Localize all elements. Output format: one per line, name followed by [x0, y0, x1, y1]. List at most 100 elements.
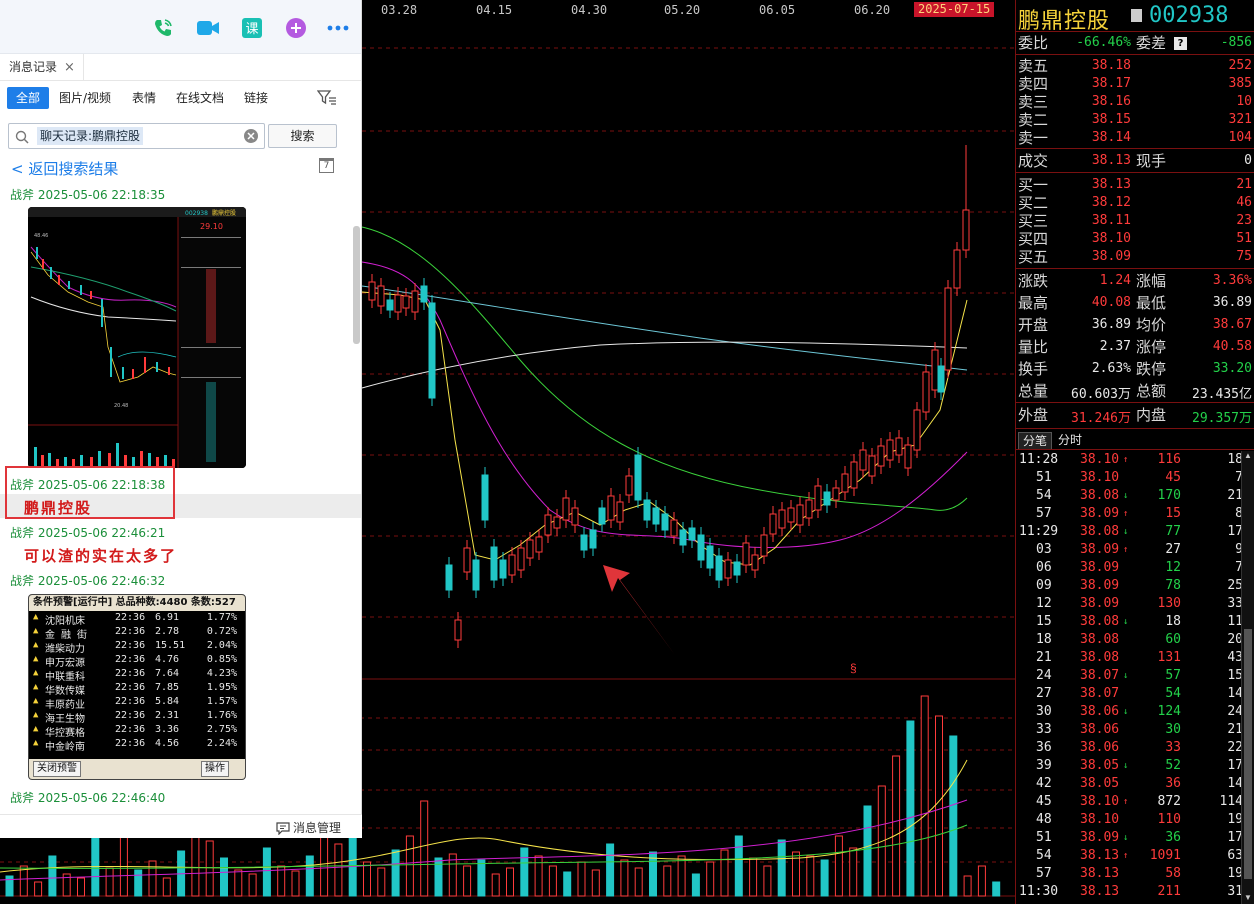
stat-row: 总量 60.603万 总额 23.435亿	[1016, 382, 1254, 402]
trade-time: 03	[1036, 542, 1052, 557]
candle-body	[499, 559, 507, 579]
message-manage-icon[interactable]	[276, 820, 290, 839]
phone-icon[interactable]	[151, 17, 175, 39]
chart-screenshot-thumbnail[interactable]: 002938 鹏鼎控股 29.10 48.46 20.48	[28, 207, 246, 468]
inner-value: 29.357万	[1192, 411, 1252, 426]
alert-window-thumbnail[interactable]: 条件预警[运行中] 总品种数:4480 条数:527 ▲ 沈阳机床 22:36 6.9…	[28, 594, 246, 780]
trade-time: 51	[1036, 470, 1052, 485]
volume-bar	[935, 715, 943, 897]
bid-row[interactable]: 买三 38.11 23	[1016, 212, 1254, 230]
notes-icon[interactable]	[1131, 9, 1142, 22]
volume-bar	[977, 865, 986, 897]
filter-links[interactable]: 链接	[244, 87, 268, 109]
close-icon[interactable]: ×	[64, 54, 75, 81]
ask-row[interactable]: 卖四 38.17 385	[1016, 75, 1254, 93]
candle-body	[571, 507, 579, 526]
ask-row[interactable]: 卖二 38.15 321	[1016, 111, 1254, 129]
scroll-thumb[interactable]	[1244, 629, 1252, 879]
candle-body	[944, 287, 952, 371]
more-icon[interactable]	[326, 17, 350, 39]
ask-row[interactable]: 卖三 38.16 10	[1016, 93, 1254, 111]
clear-icon[interactable]	[243, 128, 259, 148]
back-to-results-link[interactable]: < 返回搜索结果	[11, 158, 118, 179]
scroll-down-icon[interactable]: ▼	[1244, 893, 1252, 902]
trade-price: 38.13	[1080, 866, 1120, 881]
trade-count: 114	[1219, 794, 1243, 809]
ask-row[interactable]: 卖五 38.18 252	[1016, 57, 1254, 75]
date-label: 06.20	[854, 3, 891, 17]
trade-price: 38.09	[1080, 596, 1120, 611]
tab-message-history[interactable]: 消息记录 ×	[0, 54, 84, 81]
ask-price: 38.14	[1091, 130, 1131, 145]
alert-row: ▲ 金 融 街 22:36 2.78 0.72%	[29, 625, 245, 641]
help-icon[interactable]: ?	[1174, 37, 1187, 50]
scroll-up-icon[interactable]: ▲	[1244, 451, 1252, 460]
filter-icon[interactable]	[316, 89, 337, 109]
deal-value: 38.13	[1091, 153, 1131, 168]
trade-time: 27	[1036, 686, 1052, 701]
filter-bar: 全部 图片/视频 表情 在线文档 链接	[0, 81, 361, 113]
thumb-name: 鹏鼎控股	[212, 209, 236, 217]
add-icon[interactable]	[284, 17, 308, 39]
trade-row: 03 38.09 ↑ 27 9	[1016, 541, 1243, 559]
weibi-label: 委比	[1018, 34, 1049, 52]
chat-scrollbar[interactable]	[353, 226, 360, 344]
operate-button[interactable]: 操作	[201, 761, 229, 777]
candle-body	[805, 499, 813, 519]
video-icon[interactable]	[196, 17, 220, 39]
bid-label: 买一	[1018, 176, 1049, 194]
trade-list-scrollbar[interactable]: ▲ ▼	[1241, 451, 1254, 904]
chat-footer: 消息管理	[0, 814, 362, 838]
bid-row[interactable]: 买五 38.09 75	[1016, 248, 1254, 266]
filter-media[interactable]: 图片/视频	[59, 87, 111, 109]
message-manage-button[interactable]: 消息管理	[293, 819, 341, 836]
filter-all[interactable]: 全部	[7, 87, 50, 109]
divider	[1016, 402, 1254, 403]
search-tag[interactable]: 聊天记录:鹏鼎控股	[37, 127, 144, 145]
trade-time: 51	[1036, 830, 1052, 845]
trade-price: 38.08	[1080, 524, 1120, 539]
alert-time: 22:36	[115, 710, 146, 721]
filter-docs[interactable]: 在线文档	[176, 87, 224, 109]
candle-body	[553, 516, 561, 529]
candle-body	[643, 499, 651, 521]
search-input[interactable]: 聊天记录:鹏鼎控股	[8, 123, 265, 149]
search-button[interactable]: 搜索	[268, 124, 337, 148]
bid-label: 买四	[1018, 230, 1049, 248]
candle-body	[428, 302, 436, 399]
stat-value: 36.89	[1091, 317, 1131, 332]
volume-bar	[634, 867, 643, 897]
tab-trades[interactable]: 分笔	[1018, 432, 1053, 449]
ask-row[interactable]: 卖一 38.14 104	[1016, 129, 1254, 147]
filter-emoji[interactable]: 表情	[132, 87, 156, 109]
calendar-icon[interactable]: 7	[319, 158, 334, 173]
thumb-high-label: 48.46	[34, 233, 48, 239]
calendar-day: 7	[323, 161, 330, 171]
trade-time: 54	[1036, 488, 1052, 503]
volume-bar	[19, 865, 28, 897]
alert-pct: 1.57%	[206, 696, 237, 707]
volume-bar	[34, 881, 43, 897]
event-marker[interactable]: §	[850, 661, 857, 675]
volume-bar	[105, 867, 114, 897]
course-icon[interactable]: 课	[240, 17, 264, 39]
volume-bar	[391, 849, 400, 897]
candle-body	[526, 539, 534, 559]
message-time: 2025-05-06 22:18:35	[37, 188, 166, 202]
alert-price: 7.64	[155, 668, 180, 679]
trade-time: 39	[1036, 758, 1052, 773]
bid-row[interactable]: 买一 38.13 21	[1016, 176, 1254, 194]
bid-row[interactable]: 买四 38.10 51	[1016, 230, 1254, 248]
message-meta: 战斧 2025-05-06 22:46:32	[10, 572, 165, 589]
tab-minute[interactable]: 分时	[1054, 432, 1086, 449]
alert-time: 22:36	[115, 626, 146, 637]
candle-body	[445, 564, 453, 591]
volume-bar	[248, 873, 257, 897]
candle-body	[481, 474, 489, 521]
close-alert-button[interactable]: 关闭预警	[33, 761, 81, 777]
volume-bar	[77, 877, 85, 897]
trade-row: 36 38.06 33 22	[1016, 739, 1243, 757]
trade-price: 38.09	[1080, 542, 1120, 557]
bid-row[interactable]: 买二 38.12 46	[1016, 194, 1254, 212]
candle-body	[877, 445, 885, 467]
